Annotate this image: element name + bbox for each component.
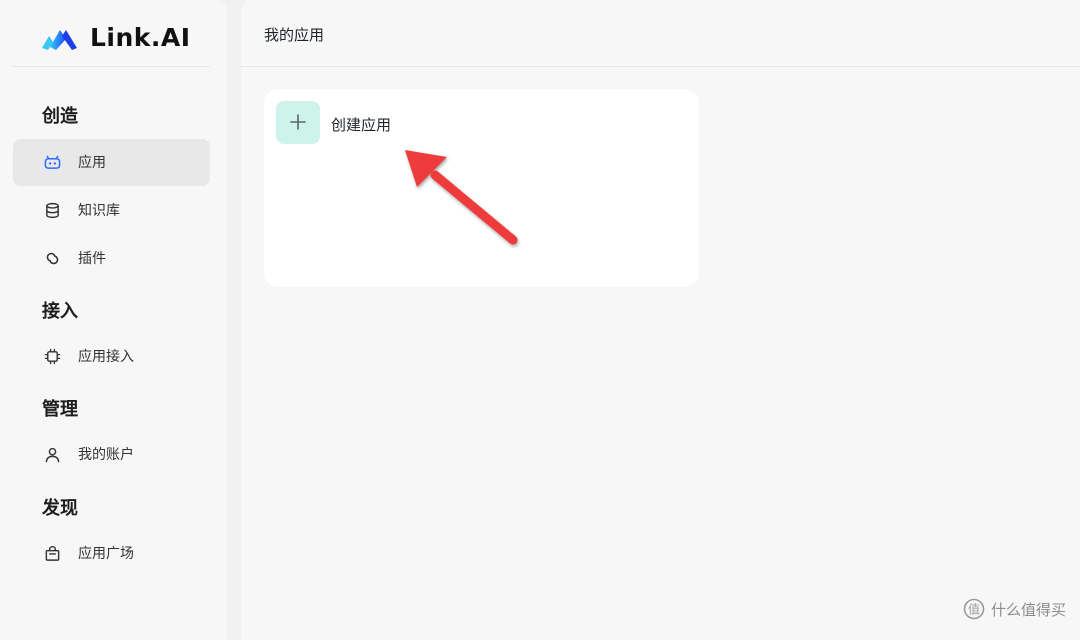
watermark: 值 什么值得买 xyxy=(963,598,1066,620)
sidebar-item-label: 我的账户 xyxy=(78,447,134,463)
brand-name: Link.AI xyxy=(90,23,191,52)
sidebar-item-label: 插件 xyxy=(78,251,106,267)
shopping-bag-icon xyxy=(45,545,60,561)
sidebar-item-knowledge-base[interactable]: 知识库 xyxy=(13,187,210,234)
header-divider xyxy=(241,66,1080,67)
section-title-manage: 管理 xyxy=(42,399,78,420)
create-app-button[interactable] xyxy=(276,101,320,144)
watermark-logo-icon: 值 xyxy=(963,598,985,620)
link-ai-logo-icon xyxy=(42,30,77,50)
section-title-create: 创造 xyxy=(42,106,78,127)
sidebar-item-plugins[interactable]: 插件 xyxy=(13,235,210,282)
sidebar-item-label: 知识库 xyxy=(78,203,120,219)
section-title-discover: 发现 xyxy=(42,498,78,519)
sidebar-item-app-plaza[interactable]: 应用广场 xyxy=(13,530,210,577)
sidebar: Link.AI 创造 应用 知识库 插件 接入 应用接入 管理 我的账户 发现 … xyxy=(0,0,227,640)
sidebar-item-label: 应用广场 xyxy=(78,546,134,562)
sidebar-item-my-account[interactable]: 我的账户 xyxy=(13,431,210,478)
watermark-text: 什么值得买 xyxy=(990,600,1066,619)
plus-icon xyxy=(290,114,306,130)
annotation-arrow-icon xyxy=(405,150,518,245)
main-panel: 我的应用 创建应用 xyxy=(241,0,1080,640)
chip-icon xyxy=(44,348,61,365)
sidebar-item-label: 应用 xyxy=(78,155,106,171)
section-title-integration: 接入 xyxy=(42,301,78,322)
bot-icon xyxy=(44,155,61,169)
plugin-icon xyxy=(46,252,59,265)
sidebar-item-apps[interactable]: 应用 xyxy=(13,139,210,186)
database-icon xyxy=(46,202,59,219)
sidebar-item-app-integration[interactable]: 应用接入 xyxy=(13,333,210,380)
svg-text:值: 值 xyxy=(968,602,980,617)
create-app-label[interactable]: 创建应用 xyxy=(331,114,391,135)
brand-header[interactable]: Link.AI xyxy=(12,0,210,67)
sidebar-item-label: 应用接入 xyxy=(78,349,134,365)
user-icon xyxy=(45,447,60,463)
page-title: 我的应用 xyxy=(264,26,325,44)
